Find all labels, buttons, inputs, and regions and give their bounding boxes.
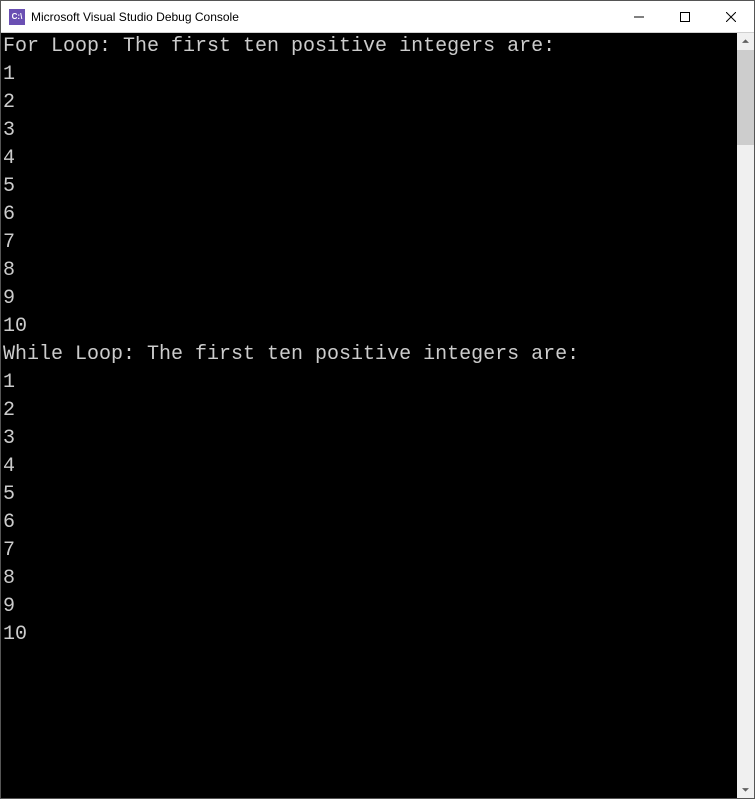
chevron-down-icon <box>742 786 749 793</box>
console-line: 3 <box>3 117 737 145</box>
console-output[interactable]: For Loop: The first ten positive integer… <box>1 33 737 798</box>
console-line: 8 <box>3 257 737 285</box>
console-line: 2 <box>3 397 737 425</box>
console-line: 8 <box>3 565 737 593</box>
minimize-button[interactable] <box>616 1 662 32</box>
console-line: For Loop: The first ten positive integer… <box>3 33 737 61</box>
app-icon: C:\ <box>9 9 25 25</box>
console-line: 5 <box>3 481 737 509</box>
chevron-up-icon <box>742 38 749 45</box>
console-area: For Loop: The first ten positive integer… <box>1 33 754 798</box>
minimize-icon <box>634 12 644 22</box>
window-controls <box>616 1 754 32</box>
maximize-button[interactable] <box>662 1 708 32</box>
console-line: 4 <box>3 453 737 481</box>
console-line: 7 <box>3 229 737 257</box>
window-title: Microsoft Visual Studio Debug Console <box>31 10 616 24</box>
console-line: While Loop: The first ten positive integ… <box>3 341 737 369</box>
console-line: 7 <box>3 537 737 565</box>
console-line: 6 <box>3 509 737 537</box>
scroll-thumb[interactable] <box>737 50 754 145</box>
scroll-down-button[interactable] <box>737 781 754 798</box>
console-line: 5 <box>3 173 737 201</box>
console-line: 10 <box>3 313 737 341</box>
scroll-track[interactable] <box>737 50 754 781</box>
console-line: 9 <box>3 285 737 313</box>
console-line: 2 <box>3 89 737 117</box>
console-line: 1 <box>3 61 737 89</box>
console-line: 6 <box>3 201 737 229</box>
close-button[interactable] <box>708 1 754 32</box>
console-line: 3 <box>3 425 737 453</box>
titlebar[interactable]: C:\ Microsoft Visual Studio Debug Consol… <box>1 1 754 33</box>
console-window: C:\ Microsoft Visual Studio Debug Consol… <box>1 1 754 798</box>
console-line: 9 <box>3 593 737 621</box>
vertical-scrollbar[interactable] <box>737 33 754 798</box>
close-icon <box>726 12 736 22</box>
maximize-icon <box>680 12 690 22</box>
console-line: 4 <box>3 145 737 173</box>
scroll-up-button[interactable] <box>737 33 754 50</box>
console-line: 10 <box>3 621 737 649</box>
console-line: 1 <box>3 369 737 397</box>
